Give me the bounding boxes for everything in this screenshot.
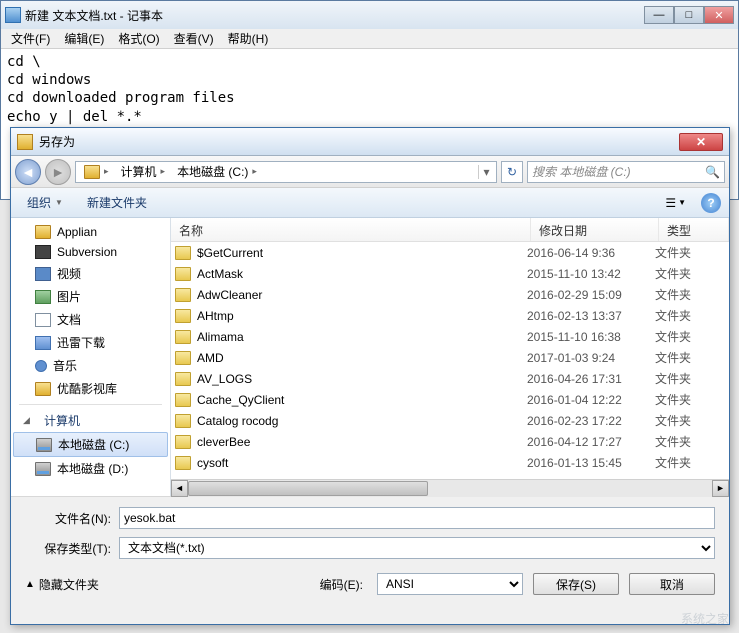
subv-icon	[35, 245, 51, 259]
file-row[interactable]: AV_LOGS2016-04-26 17:31文件夹	[171, 368, 729, 389]
folder-icon	[175, 414, 191, 428]
sidebar-item[interactable]: 图片	[11, 285, 170, 308]
encoding-select[interactable]: ANSI	[377, 573, 523, 595]
sidebar-drive-item[interactable]: 本地磁盘 (C:)	[13, 432, 168, 457]
file-row[interactable]: AdwCleaner2016-02-29 15:09文件夹	[171, 284, 729, 305]
breadcrumb-computer[interactable]: 计算机	[121, 163, 157, 180]
save-as-dialog: 另存为 ✕ ◄ ► ▸ 计算机▸ 本地磁盘 (C:)▸ ▾ ↻ 搜索 本地磁盘 …	[10, 127, 730, 625]
new-folder-button[interactable]: 新建文件夹	[79, 190, 155, 215]
dialog-icon	[17, 134, 33, 150]
savetype-label: 保存类型(T):	[25, 540, 119, 557]
notepad-titlebar[interactable]: 新建 文本文档.txt - 记事本 — □ ✕	[1, 1, 738, 29]
hide-folders-toggle[interactable]: ▲隐藏文件夹	[25, 576, 99, 593]
save-button[interactable]: 保存(S)	[533, 573, 619, 595]
notepad-textarea[interactable]: cd \ cd windows cd downloaded program fi…	[1, 49, 738, 130]
maximize-button[interactable]: □	[674, 6, 704, 24]
file-row[interactable]: Catalog rocodg2016-02-23 17:22文件夹	[171, 410, 729, 431]
file-row[interactable]: cysoft2016-01-13 15:45文件夹	[171, 452, 729, 473]
notepad-icon	[5, 7, 21, 23]
column-type[interactable]: 类型	[659, 218, 729, 241]
sidebar-item[interactable]: Applian	[11, 222, 170, 242]
dialog-title-text: 另存为	[39, 133, 679, 150]
encoding-label: 编码(E):	[320, 576, 367, 593]
sidebar-item[interactable]: Subversion	[11, 242, 170, 262]
folder-icon	[175, 351, 191, 365]
folder-icon	[175, 309, 191, 323]
notepad-menubar: 文件(F) 编辑(E) 格式(O) 查看(V) 帮助(H)	[1, 29, 738, 49]
dialog-bottom-panel: 文件名(N): 保存类型(T): 文本文档(*.txt) ▲隐藏文件夹 编码(E…	[11, 496, 729, 605]
folder-icon	[84, 165, 100, 179]
sidebar-item[interactable]: 迅雷下载	[11, 331, 170, 354]
pic-icon	[35, 290, 51, 304]
sidebar-drive-item[interactable]: 本地磁盘 (D:)	[11, 457, 170, 480]
scroll-thumb[interactable]	[188, 481, 428, 496]
close-button[interactable]: ✕	[704, 6, 734, 24]
breadcrumb-drive[interactable]: 本地磁盘 (C:)	[177, 163, 248, 180]
dialog-titlebar[interactable]: 另存为 ✕	[11, 128, 729, 156]
disk-icon	[36, 438, 52, 452]
dl-icon	[35, 336, 51, 350]
folder-icon	[175, 393, 191, 407]
file-row[interactable]: Alimama2015-11-10 16:38文件夹	[171, 326, 729, 347]
video-icon	[35, 267, 51, 281]
scroll-right-icon[interactable]: ►	[712, 480, 729, 497]
file-list-header: 名称 修改日期 类型	[171, 218, 729, 242]
folder-icon	[175, 456, 191, 470]
sidebar-computer-group[interactable]: ◢计算机	[11, 409, 170, 432]
file-list: 名称 修改日期 类型 $GetCurrent2016-06-14 9:36文件夹…	[171, 218, 729, 496]
search-input[interactable]: 搜索 本地磁盘 (C:) 🔍	[527, 161, 725, 183]
filename-input[interactable]	[119, 507, 715, 529]
sidebar-item[interactable]: 文档	[11, 308, 170, 331]
search-icon: 🔍	[705, 165, 720, 179]
minimize-button[interactable]: —	[644, 6, 674, 24]
music-icon	[35, 360, 47, 372]
file-row[interactable]: cleverBee2016-04-12 17:27文件夹	[171, 431, 729, 452]
menu-file[interactable]: 文件(F)	[5, 28, 56, 49]
menu-format[interactable]: 格式(O)	[112, 28, 165, 49]
view-mode-button[interactable]: ☰ ▼	[658, 193, 693, 213]
organize-button[interactable]: 组织▼	[19, 190, 71, 215]
filename-label: 文件名(N):	[25, 510, 119, 527]
scroll-left-icon[interactable]: ◄	[171, 480, 188, 497]
nav-forward-button[interactable]: ►	[45, 159, 71, 185]
address-bar[interactable]: ▸ 计算机▸ 本地磁盘 (C:)▸ ▾	[75, 161, 497, 183]
file-row[interactable]: AMD2017-01-03 9:24文件夹	[171, 347, 729, 368]
sidebar-item[interactable]: 优酷影视库	[11, 377, 170, 400]
file-row[interactable]: Cache_QyClient2016-01-04 12:22文件夹	[171, 389, 729, 410]
menu-view[interactable]: 查看(V)	[168, 28, 220, 49]
help-button[interactable]: ?	[701, 193, 721, 213]
menu-edit[interactable]: 编辑(E)	[58, 28, 110, 49]
menu-help[interactable]: 帮助(H)	[222, 28, 275, 49]
file-row[interactable]: $GetCurrent2016-06-14 9:36文件夹	[171, 242, 729, 263]
refresh-button[interactable]: ↻	[501, 161, 523, 183]
horizontal-scrollbar[interactable]: ◄ ►	[171, 479, 729, 496]
dialog-toolbar: 组织▼ 新建文件夹 ☰ ▼ ?	[11, 188, 729, 218]
folder-icon	[35, 225, 51, 239]
address-dropdown-icon[interactable]: ▾	[478, 165, 494, 179]
doc-icon	[35, 313, 51, 327]
folder-icon	[175, 246, 191, 260]
search-placeholder: 搜索 本地磁盘 (C:)	[532, 163, 631, 180]
folder-icon	[175, 288, 191, 302]
column-date[interactable]: 修改日期	[531, 218, 659, 241]
nav-back-button[interactable]: ◄	[15, 159, 41, 185]
savetype-select[interactable]: 文本文档(*.txt)	[119, 537, 715, 559]
dialog-close-button[interactable]: ✕	[679, 133, 723, 151]
notepad-title-text: 新建 文本文档.txt - 记事本	[25, 7, 644, 24]
cancel-button[interactable]: 取消	[629, 573, 715, 595]
sidebar: ApplianSubversion视频图片文档迅雷下载音乐优酷影视库◢计算机本地…	[11, 218, 171, 496]
folder-icon	[175, 435, 191, 449]
sidebar-item[interactable]: 音乐	[11, 354, 170, 377]
folder-icon	[175, 267, 191, 281]
sidebar-item[interactable]: 视频	[11, 262, 170, 285]
folder-icon	[175, 330, 191, 344]
column-name[interactable]: 名称	[171, 218, 531, 241]
file-row[interactable]: AHtmp2016-02-13 13:37文件夹	[171, 305, 729, 326]
file-row[interactable]: ActMask2015-11-10 13:42文件夹	[171, 263, 729, 284]
disk-icon	[35, 462, 51, 476]
folder-icon	[175, 372, 191, 386]
navigation-bar: ◄ ► ▸ 计算机▸ 本地磁盘 (C:)▸ ▾ ↻ 搜索 本地磁盘 (C:) 🔍	[11, 156, 729, 188]
folder-icon	[35, 382, 51, 396]
